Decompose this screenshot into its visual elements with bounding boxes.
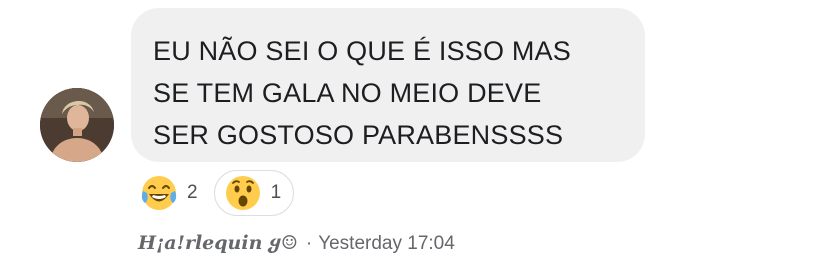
comment-line: SE TEM GALA NO MEIO DEVE (153, 78, 542, 108)
meta-separator: · (305, 233, 313, 254)
author-name[interactable]: H¡a!rlequin ყ☺ (138, 232, 298, 254)
reaction-laughing[interactable]: 2 (139, 170, 202, 216)
surprised-emoji-icon (225, 176, 260, 210)
reaction-count: 2 (187, 182, 198, 203)
reaction-count: 1 (270, 182, 282, 203)
reaction-surprised[interactable]: 1 (213, 170, 295, 216)
comment-line: SER GOSTOSO PARABENSSSS (153, 120, 564, 150)
comment-meta: H¡a!rlequin ყ☺ · Yesterday 17:04 (138, 232, 455, 255)
avatar-photo (40, 88, 114, 162)
avatar[interactable] (40, 88, 114, 162)
comment-text: EU NÃO SEI O QUE É ISSO MAS SE TEM GALA … (153, 30, 623, 156)
timestamp[interactable]: Yesterday 17:04 (318, 233, 455, 255)
comment-bubble[interactable]: EU NÃO SEI O QUE É ISSO MAS SE TEM GALA … (131, 8, 645, 162)
laughing-tears-emoji-icon (141, 176, 177, 210)
reactions-bar: 2 1 (139, 170, 295, 216)
comment-line: EU NÃO SEI O QUE É ISSO MAS (153, 36, 571, 66)
